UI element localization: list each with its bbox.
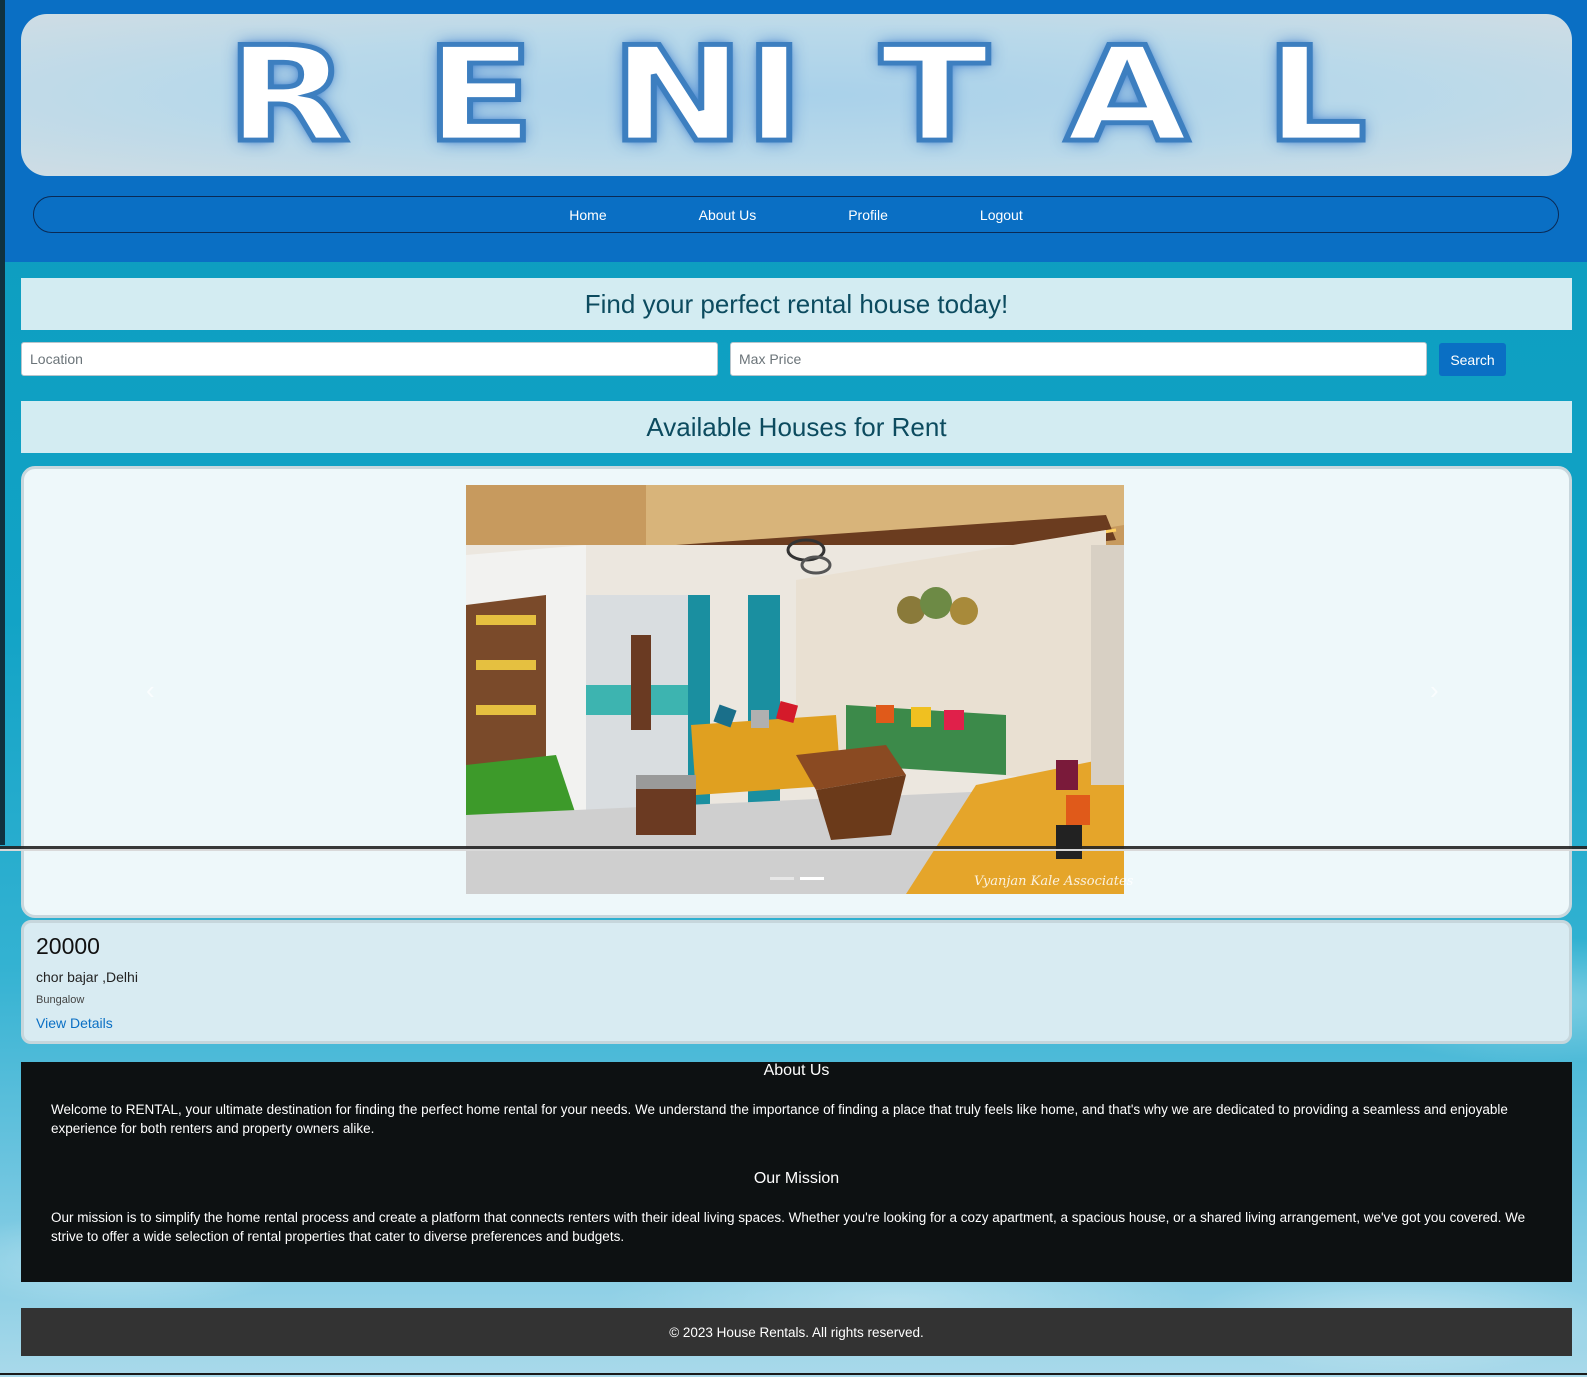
carousel-indicator[interactable] [770,877,794,880]
listing-card: 20000 chor bajar ,Delhi Bungalow View De… [21,920,1572,1044]
location-input[interactable] [21,342,718,376]
about-intro: Welcome to RENTAL, your ultimate destina… [51,1102,1508,1136]
listing-type: Bungalow [36,994,85,1006]
listing-address: chor bajar ,Delhi [36,969,138,985]
logo-letter: E [422,17,537,172]
listings-heading: Available Houses for Rent [21,401,1572,453]
nav-profile[interactable]: Profile [848,207,888,223]
view-details-link[interactable]: View Details [36,1015,113,1031]
nav-about-us[interactable]: About Us [699,207,757,223]
site-header: R E N I T A L Home About Us Profile Logo… [5,0,1587,262]
nav-logout[interactable]: Logout [980,207,1023,223]
logo-text: R E N I T A L [21,14,1572,176]
page-bottom-border [0,1373,1587,1375]
logo-banner: R E N I T A L [21,14,1572,176]
about-title: About Us [763,1062,830,1079]
logo-letter: L [1262,17,1370,172]
search-heading: Find your perfect rental house today! [21,278,1572,330]
logo-letter: A [1062,17,1192,172]
site-footer: © 2023 House Rentals. All rights reserve… [21,1308,1572,1356]
logo-letter: R [223,17,352,172]
chevron-left-icon[interactable]: ‹ [146,675,155,706]
about-section: About Us Welcome to RENTAL, your ultimat… [21,1062,1572,1282]
carousel-indicator-active[interactable] [800,877,824,880]
copyright-text: © 2023 House Rentals. All rights reserve… [669,1324,924,1340]
house-photo [466,485,1124,894]
logo-letter: T [877,17,992,172]
image-caption: Vyanjan Kale Associates [974,874,1134,889]
screenshot-seam [0,849,1587,851]
max-price-input[interactable] [730,342,1427,376]
chevron-right-icon[interactable]: › [1430,675,1439,706]
mission-title: Our Mission [753,1170,840,1187]
listing-price: 20000 [36,933,100,959]
logo-letter: I [741,17,806,172]
carousel-indicators [770,877,824,880]
logo-letter: N [608,17,748,172]
nav-home[interactable]: Home [569,207,606,223]
main-nav: Home About Us Profile Logout [33,196,1559,233]
mission-text: Our mission is to simplify the home rent… [51,1210,1526,1244]
search-button[interactable]: Search [1439,343,1506,376]
